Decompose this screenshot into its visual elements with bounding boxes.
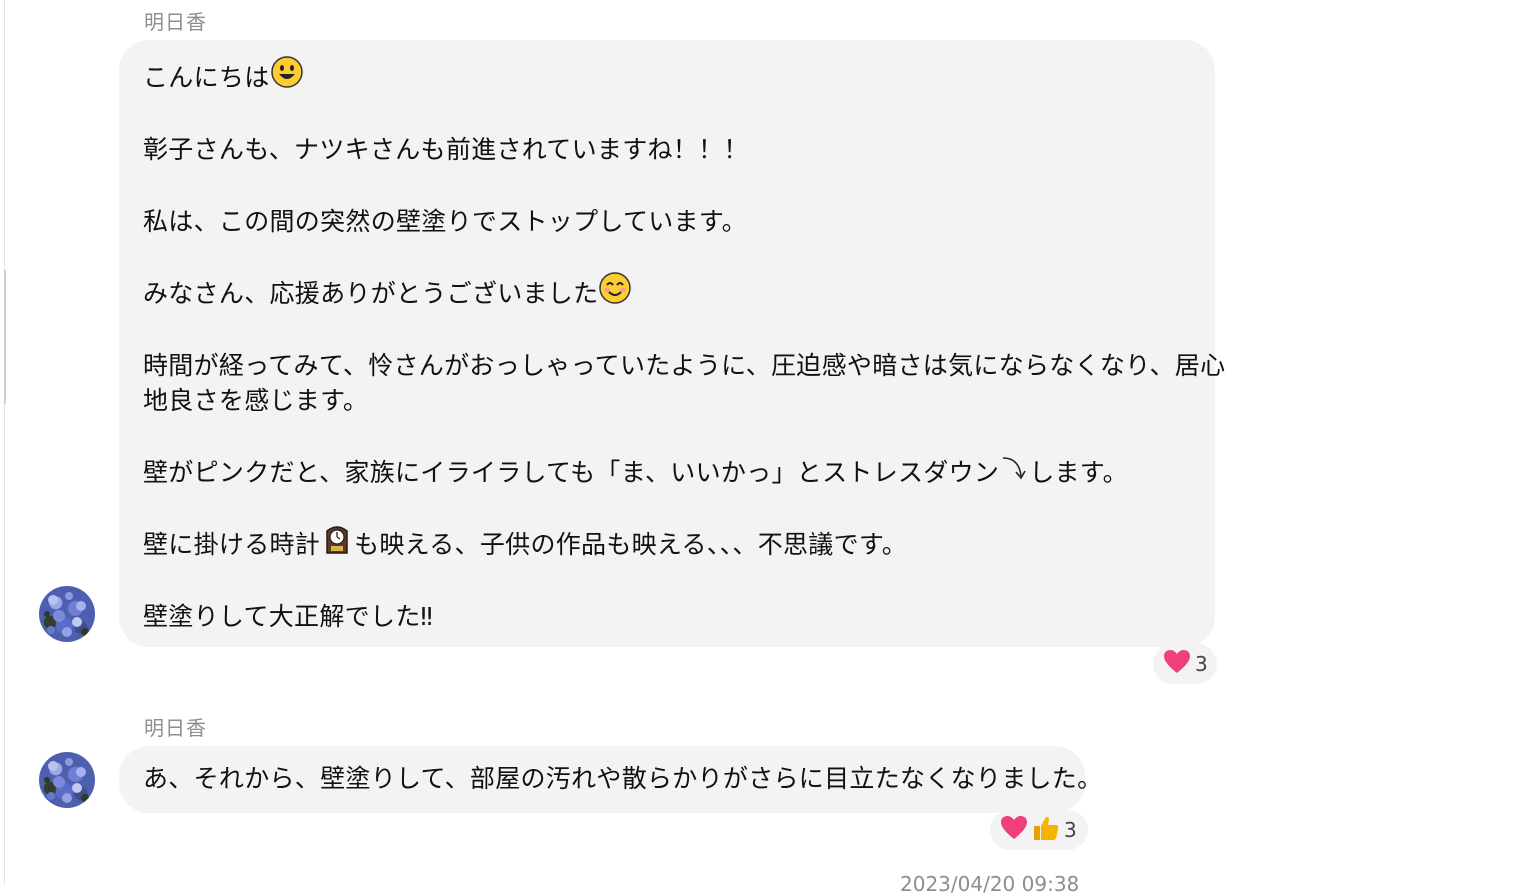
scroll-indicator[interactable] (4, 270, 6, 404)
message-line: 壁塗りして大正解でした‼ (143, 602, 433, 631)
reaction-pill[interactable]: 3 (990, 810, 1088, 850)
sender-name: 明日香 (144, 716, 207, 740)
heart-icon (1000, 815, 1028, 846)
message-line: 時間が経ってみて、怜さんがおっしゃっていたように、圧迫感や暗さは気にならなくなり… (143, 351, 1226, 380)
left-divider (4, 0, 5, 884)
message-line: 地良さを感じます。 (143, 386, 369, 415)
thumbs-up-icon (1032, 814, 1060, 847)
message-line: 壁に掛ける時計 も映える、子供の作品も映える、、、不思議です。 (143, 525, 1191, 562)
message-timestamp: 2023/04/20 09:38 (900, 872, 1080, 896)
reaction-count: 3 (1195, 652, 1208, 676)
reaction-count: 3 (1064, 818, 1077, 842)
message-line: こんにちは (143, 55, 1191, 95)
sender-name: 明日香 (144, 10, 207, 34)
message-bubble[interactable]: あ、それから、壁塗りして、部屋の汚れや散らかりがさらに目立たなくなりました。 (119, 746, 1102, 813)
message-line: 壁がピンクだと、家族にイライラしても「ま、いいかっ」とストレスダウン します。 (143, 455, 1191, 490)
smiling-face-icon (598, 271, 632, 314)
message-line: みなさん、応援ありがとうございました (143, 271, 1191, 311)
down-arrow-icon (999, 452, 1029, 491)
message-line: 彰子さんも、ナツキさんも前進されていますね！！！ (143, 135, 749, 164)
avatar[interactable] (39, 586, 95, 642)
avatar[interactable] (39, 752, 95, 808)
message-text: あ、それから、壁塗りして、部屋の汚れや散らかりがさらに目立たなくなりました。 (143, 764, 1103, 793)
smiley-icon (270, 55, 304, 98)
reaction-pill[interactable]: 3 (1153, 644, 1217, 684)
clock-icon (320, 522, 354, 565)
message-line: 私は、この間の突然の壁塗りでストップしています。 (143, 207, 747, 236)
message-bubble[interactable]: こんにちは 彰子さんも、ナツキさんも前進されていますね！！！ 私は、この間の突然… (119, 40, 1226, 647)
heart-icon (1163, 649, 1191, 680)
